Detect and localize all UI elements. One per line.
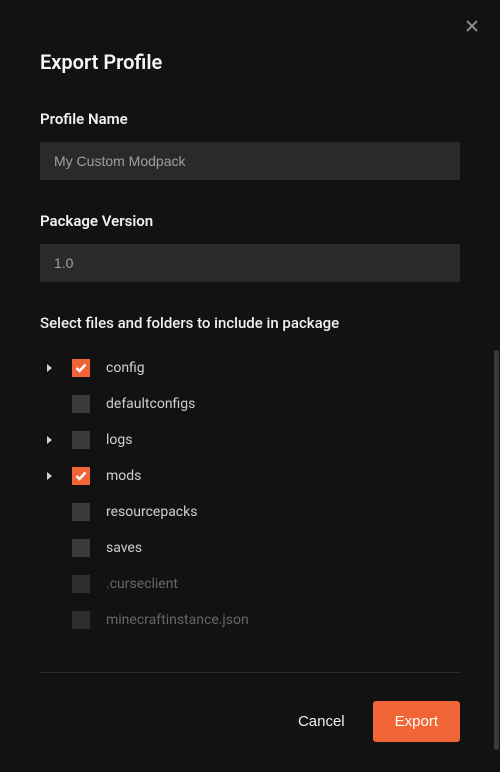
checkbox-curseclient[interactable]	[72, 575, 90, 593]
files-section-label: Select files and folders to include in p…	[40, 314, 460, 332]
tree-item-label: defaultconfigs	[106, 396, 195, 412]
tree-item-label: config	[106, 360, 145, 376]
tree-item-label: saves	[106, 540, 142, 556]
modal-footer: Cancel Export	[40, 673, 460, 742]
package-version-input[interactable]	[40, 244, 460, 282]
package-version-label: Package Version	[40, 212, 460, 230]
tree-row-resourcepacks: resourcepacks	[40, 494, 460, 530]
expand-toggle[interactable]	[40, 363, 60, 373]
tree-row-defaultconfigs: defaultconfigs	[40, 386, 460, 422]
checkbox-logs[interactable]	[72, 431, 90, 449]
modal-title: Export Profile	[40, 50, 460, 74]
tree-row-logs: logs	[40, 422, 460, 458]
chevron-right-icon	[46, 435, 54, 445]
tree-item-label: mods	[106, 468, 141, 484]
export-profile-modal: Export Profile Profile Name Package Vers…	[0, 0, 500, 772]
checkbox-mods[interactable]	[72, 467, 90, 485]
expand-toggle[interactable]	[40, 471, 60, 481]
export-button[interactable]: Export	[373, 701, 460, 742]
tree-item-label: minecraftinstance.json	[106, 612, 249, 628]
checkbox-config[interactable]	[72, 359, 90, 377]
profile-name-input[interactable]	[40, 142, 460, 180]
close-icon	[466, 20, 478, 32]
tree-row-saves: saves	[40, 530, 460, 566]
tree-row-curseclient: .curseclient	[40, 566, 460, 602]
tree-row-config: config	[40, 350, 460, 386]
cancel-button[interactable]: Cancel	[292, 703, 351, 740]
expand-toggle[interactable]	[40, 435, 60, 445]
tree-item-label: logs	[106, 432, 132, 448]
tree-row-mods: mods	[40, 458, 460, 494]
checkbox-saves[interactable]	[72, 539, 90, 557]
checkbox-defaultconfigs[interactable]	[72, 395, 90, 413]
checkbox-resourcepacks[interactable]	[72, 503, 90, 521]
profile-name-label: Profile Name	[40, 110, 460, 128]
file-tree: config defaultconfigs logs mods	[40, 350, 460, 656]
close-button[interactable]	[464, 18, 480, 34]
chevron-right-icon	[46, 471, 54, 481]
tree-row-minecraftinstance: minecraftinstance.json	[40, 602, 460, 638]
tree-item-label: .curseclient	[106, 576, 178, 592]
chevron-right-icon	[46, 363, 54, 373]
checkbox-minecraftinstance[interactable]	[72, 611, 90, 629]
tree-item-label: resourcepacks	[106, 504, 197, 520]
scrollbar-thumb[interactable]	[494, 350, 499, 750]
check-icon	[75, 471, 87, 481]
check-icon	[75, 363, 87, 373]
